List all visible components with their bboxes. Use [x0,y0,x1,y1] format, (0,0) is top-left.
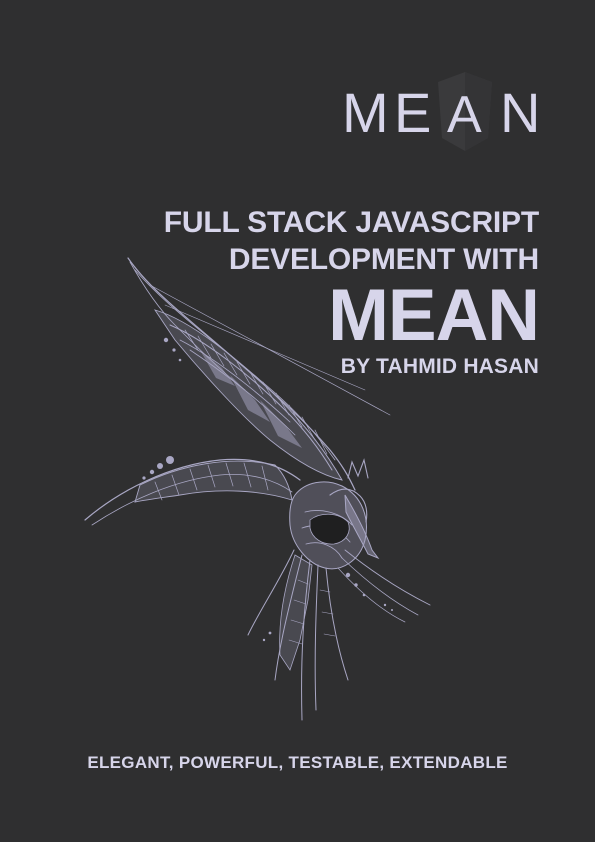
title-line-1: FULL STACK JAVASCRIPT [163,206,539,239]
logo-letter-n: N [500,81,540,144]
title-block: FULL STACK JAVASCRIPT DEVELOPMENT WITH M… [79,204,540,380]
logo-letter-m: M [342,81,389,144]
title-line-2: DEVELOPMENT WITH [228,243,539,276]
logo-letter-a: A [447,86,482,144]
author-name: BY TAHMID HASAN [340,355,539,378]
mean-logo: M E A N [342,70,547,152]
tagline: ELEGANT, POWERFUL, TESTABLE, EXTENDABLE [87,753,508,772]
logo-letter-e: E [394,81,431,144]
book-cover: M E A N FULL STACK JAVASCRIPT DEVELOPMEN… [0,0,595,842]
title-main: MEAN [328,275,540,356]
